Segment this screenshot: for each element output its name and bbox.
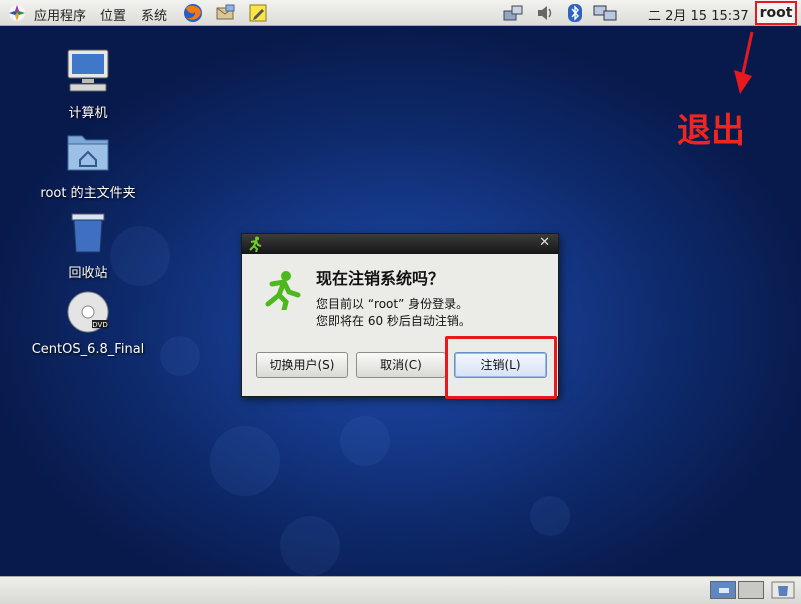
switch-user-button[interactable]: 切换用户(S): [256, 352, 348, 378]
desktop-icon-dvd[interactable]: DVD CentOS_6.8_Final: [18, 290, 158, 357]
volume-icon[interactable]: [536, 3, 554, 23]
dialog-titlebar[interactable]: ✕: [242, 234, 558, 254]
annotation-arrow-icon: [734, 31, 754, 94]
trash-icon: [71, 213, 105, 253]
dialog-message-line: 您目前以 “root” 身份登录。: [316, 297, 469, 311]
user-menu-button[interactable]: root: [755, 1, 797, 25]
running-man-icon: [249, 236, 262, 252]
firefox-icon[interactable]: [182, 2, 204, 24]
window-thumbnail: [719, 588, 729, 593]
menu-applications[interactable]: 应用程序: [34, 5, 86, 24]
bluetooth-icon[interactable]: [567, 3, 583, 23]
workspace-2[interactable]: [738, 581, 764, 599]
desktop-icon-label: root 的主文件夹: [40, 186, 136, 201]
dialog-heading: 现在注销系统吗？: [316, 269, 445, 288]
desktop-icon-computer[interactable]: 计算机: [48, 46, 128, 121]
background-bubble: [280, 516, 340, 576]
menu-system[interactable]: 系统: [141, 5, 167, 24]
desktop-icon-label: CentOS_6.8_Final: [31, 342, 145, 357]
top-panel: 应用程序 位置 系统 二 2月 15 15:37 root: [0, 0, 801, 26]
background-bubble: [210, 426, 280, 496]
running-man-icon: [265, 271, 301, 310]
close-icon[interactable]: ✕: [539, 235, 550, 250]
network-status-icon[interactable]: [502, 3, 524, 23]
dialog-message-line: 您即将在 60 秒后自动注销。: [316, 314, 471, 328]
annotation-logout-text: 退出: [677, 111, 745, 151]
desktop-icon-label: 计算机: [68, 106, 108, 121]
bottom-panel: [0, 576, 801, 604]
home-folder-icon: [67, 135, 109, 171]
computer-icon: [67, 49, 109, 92]
svg-text:DVD: DVD: [92, 321, 107, 329]
desktop-icon-home-folder[interactable]: root 的主文件夹: [28, 130, 148, 201]
mail-client-icon[interactable]: [214, 2, 236, 24]
centos-logo-icon[interactable]: [8, 4, 26, 22]
background-bubble: [160, 336, 200, 376]
background-bubble: [530, 496, 570, 536]
network-connection-icon[interactable]: [593, 3, 617, 23]
menu-places[interactable]: 位置: [100, 5, 126, 24]
background-bubble: [340, 416, 390, 466]
workspace-1[interactable]: [710, 581, 736, 599]
dialog-message: 您目前以 “root” 身份登录。 您即将在 60 秒后自动注销。: [316, 296, 471, 330]
notes-editor-icon[interactable]: [247, 2, 269, 24]
cancel-button[interactable]: 取消(C): [356, 352, 446, 378]
annotation-highlight-box: [445, 336, 557, 399]
desktop-icon-label: 回收站: [68, 266, 108, 281]
dvd-icon: DVD: [67, 291, 109, 333]
trash-applet-icon[interactable]: [770, 580, 796, 600]
desktop-icon-trash[interactable]: 回收站: [48, 210, 128, 281]
clock[interactable]: 二 2月 15 15:37: [648, 5, 749, 24]
